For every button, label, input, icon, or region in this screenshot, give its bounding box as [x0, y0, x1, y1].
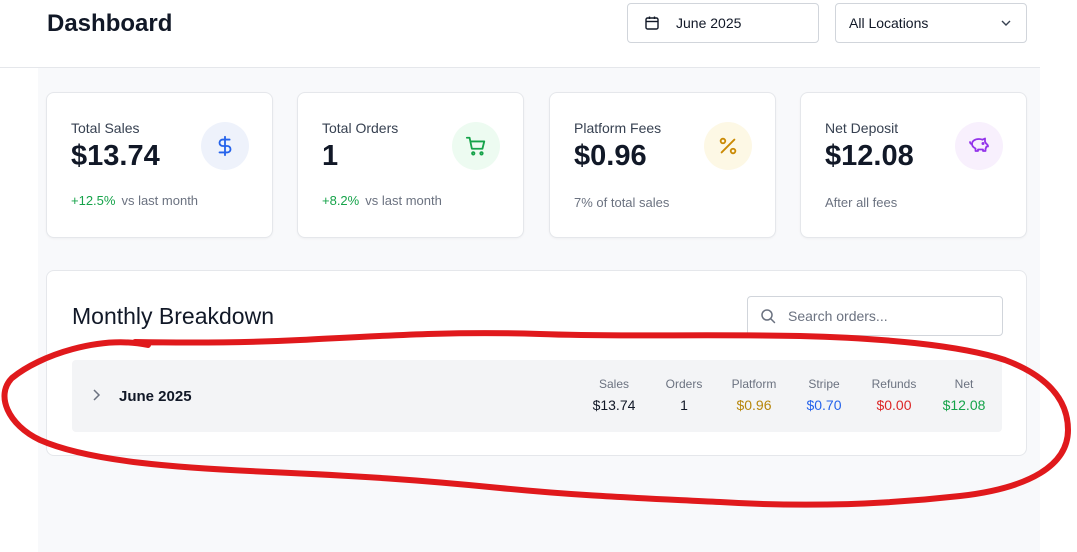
top-header: Dashboard June 2025 All Locations	[0, 0, 1040, 68]
total-orders-card: Total Orders 1 +8.2% vs last month	[297, 92, 524, 238]
cart-icon	[452, 122, 500, 170]
stat-label: Sales	[598, 377, 630, 391]
change-percent: +12.5%	[71, 193, 116, 208]
stat-orders: Orders 1	[649, 377, 719, 413]
total-sales-card: Total Sales $13.74 +12.5% vs last month	[46, 92, 273, 238]
card-value: 1	[322, 140, 339, 172]
month-picker[interactable]: June 2025	[627, 3, 819, 43]
chevron-right-icon[interactable]	[91, 388, 103, 402]
card-label: Net Deposit	[825, 120, 899, 136]
stat-refunds: Refunds $0.00	[859, 377, 929, 413]
card-label: Total Orders	[322, 120, 399, 136]
stat-label: Net	[954, 377, 974, 391]
search-box	[747, 296, 1003, 336]
change-percent: +8.2%	[322, 193, 360, 208]
stat-net: Net $12.08	[929, 377, 999, 413]
section-title: Monthly Breakdown	[72, 303, 274, 329]
month-picker-value: June 2025	[676, 15, 742, 31]
card-subtext: 7% of total sales	[574, 195, 670, 210]
month-row[interactable]: June 2025 Sales $13.74 Orders 1 Platform…	[72, 360, 1002, 432]
stat-label: Platform	[731, 377, 777, 391]
card-label: Platform Fees	[574, 120, 662, 136]
stat-value: 1	[680, 397, 688, 413]
stat-label: Orders	[665, 377, 703, 391]
stat-label: Refunds	[871, 377, 917, 391]
stat-sales: Sales $13.74	[579, 377, 649, 413]
card-value: $0.96	[574, 140, 647, 172]
search-icon	[760, 308, 776, 324]
percent-icon	[704, 122, 752, 170]
card-value: $12.08	[825, 140, 914, 172]
stat-label: Stripe	[808, 377, 840, 391]
stat-value: $12.08	[942, 397, 986, 413]
calendar-icon	[644, 15, 660, 31]
stat-value: $0.96	[736, 397, 772, 413]
net-deposit-card: Net Deposit $12.08 After all fees	[800, 92, 1027, 238]
dollar-icon	[201, 122, 249, 170]
stat-value: $13.74	[592, 397, 636, 413]
card-subtext-label: vs last month	[365, 193, 442, 208]
stat-stripe: Stripe $0.70	[789, 377, 859, 413]
card-label: Total Sales	[71, 120, 140, 136]
search-input[interactable]	[788, 308, 988, 324]
chevron-down-icon	[1000, 17, 1012, 29]
card-subtext: +12.5% vs last month	[71, 193, 198, 208]
card-subtext: After all fees	[825, 195, 898, 210]
card-subtext-label: vs last month	[121, 193, 199, 208]
platform-fees-card: Platform Fees $0.96 7% of total sales	[549, 92, 776, 238]
stat-value: $0.00	[876, 397, 912, 413]
location-select-value: All Locations	[849, 15, 929, 31]
stat-platform: Platform $0.96	[719, 377, 789, 413]
card-value: $13.74	[71, 140, 160, 172]
page-title: Dashboard	[47, 10, 173, 37]
location-select[interactable]: All Locations	[835, 3, 1027, 43]
stat-value: $0.70	[806, 397, 842, 413]
card-subtext: +8.2% vs last month	[322, 193, 442, 208]
monthly-breakdown-panel: Monthly Breakdown June 2025 Sales $13.74…	[46, 270, 1027, 456]
piggy-bank-icon	[955, 122, 1003, 170]
month-label: June 2025	[119, 388, 192, 405]
